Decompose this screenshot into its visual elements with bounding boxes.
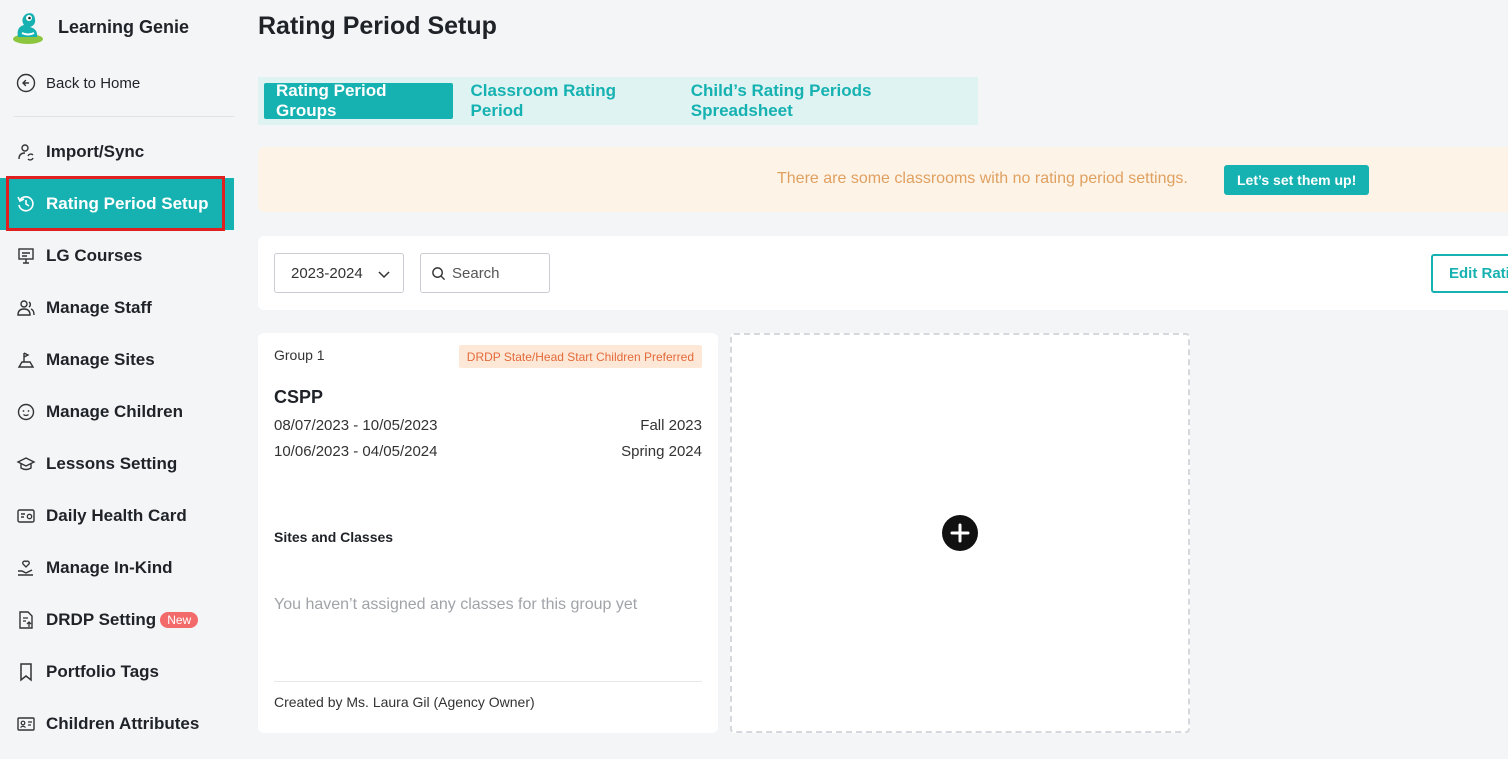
no-classes-message: You haven’t assigned any classes for thi… xyxy=(274,596,638,613)
setup-alert-banner: There are some classrooms with no rating… xyxy=(258,147,1508,212)
sidebar-divider xyxy=(14,116,234,117)
group-name: Group 1 xyxy=(274,347,325,363)
group-title: CSPP xyxy=(274,387,324,407)
search-icon xyxy=(432,266,446,280)
sidebar-item-import-sync[interactable]: Import/Sync xyxy=(0,126,238,178)
sidebar-item-manage-staff[interactable]: Manage Staff xyxy=(0,282,238,334)
sidebar-item-manage-sites[interactable]: Manage Sites xyxy=(0,334,238,386)
sidebar-item-children-attributes[interactable]: Children Attributes xyxy=(0,698,238,750)
sidebar-item-rating-period-setup[interactable]: Rating Period Setup xyxy=(0,176,234,231)
sidebar-item-manage-in-kind[interactable]: Manage In-Kind xyxy=(0,542,238,594)
sidebar-item-label: DRDP Setting xyxy=(46,610,157,629)
sidebar-item-lessons-setting[interactable]: Lessons Setting xyxy=(0,438,238,490)
period-range: 08/07/2023 - 10/05/2023 xyxy=(274,417,438,434)
app-name: Learning Genie xyxy=(58,16,190,37)
bookmark-icon xyxy=(20,663,32,682)
plus-circle-icon[interactable] xyxy=(942,515,978,551)
period-row: 10/06/2023 - 04/05/2024 Spring 2024 xyxy=(274,443,702,460)
page-title: Rating Period Setup xyxy=(258,12,497,40)
chevron-down-icon xyxy=(378,271,390,279)
tab-bar: Rating Period Groups Classroom Rating Pe… xyxy=(258,77,978,125)
card-divider xyxy=(274,681,702,682)
tab-childs-rating-periods-spreadsheet[interactable]: Child’s Rating Periods Spreadsheet xyxy=(679,81,972,120)
sidebar-item-label: Manage Staff xyxy=(46,298,152,317)
period-range: 10/06/2023 - 04/05/2024 xyxy=(274,443,438,460)
school-year-select[interactable]: 2023-2024 xyxy=(274,253,404,293)
back-to-home-link[interactable]: Back to Home xyxy=(16,70,140,96)
tab-rating-period-groups[interactable]: Rating Period Groups xyxy=(264,81,453,120)
sidebar-item-daily-health-card[interactable]: Daily Health Card xyxy=(0,490,238,542)
search-input[interactable] xyxy=(452,264,542,282)
learning-genie-logo-icon xyxy=(13,13,43,44)
group-tag: DRDP State/Head Start Children Preferred xyxy=(458,345,702,368)
sidebar-nav: Import/Sync Rating Period Setup LG Cours… xyxy=(0,126,238,750)
sidebar-item-label: Manage In-Kind xyxy=(46,558,173,577)
lets-set-them-up-button[interactable]: Let’s set them up! xyxy=(1224,165,1370,195)
sidebar: Learning Genie Back to Home Import/Sync … xyxy=(0,0,238,759)
sidebar-item-lg-courses[interactable]: LG Courses xyxy=(0,230,238,282)
created-by-text: Created by Ms. Laura Gil (Agency Owner) xyxy=(274,694,535,710)
brand[interactable]: Learning Genie xyxy=(10,8,189,46)
sidebar-item-label: Rating Period Setup xyxy=(46,194,209,213)
child-face-icon xyxy=(17,403,35,421)
alert-message: There are some classrooms with no rating… xyxy=(777,170,1188,187)
sidebar-item-label: LG Courses xyxy=(46,246,143,265)
add-group-card[interactable] xyxy=(730,333,1190,733)
sidebar-item-label: Daily Health Card xyxy=(46,506,187,525)
presentation-icon xyxy=(18,248,34,264)
graduation-cap-icon xyxy=(16,457,36,471)
sidebar-item-label: Children Attributes xyxy=(46,714,200,733)
id-card-icon xyxy=(17,717,35,731)
filter-bar: 2023-2024 Edit Rating xyxy=(258,236,1508,310)
sidebar-item-label: Import/Sync xyxy=(46,142,145,161)
sites-and-classes-title: Sites and Classes xyxy=(274,529,394,545)
health-card-icon xyxy=(17,509,35,523)
sidebar-item-label: Manage Sites xyxy=(46,350,155,369)
sidebar-item-label: Lessons Setting xyxy=(46,454,178,473)
sidebar-item-label: Portfolio Tags xyxy=(46,662,160,681)
sidebar-item-label: Manage Children xyxy=(46,402,183,421)
new-badge: New xyxy=(160,612,199,628)
school-year-value: 2023-2024 xyxy=(291,264,363,282)
search-box[interactable] xyxy=(420,253,550,293)
back-to-home-label: Back to Home xyxy=(46,74,141,92)
period-row: 08/07/2023 - 10/05/2023 Fall 2023 xyxy=(274,417,702,434)
tab-classroom-rating-period[interactable]: Classroom Rating Period xyxy=(459,81,673,120)
sidebar-item-portfolio-tags[interactable]: Portfolio Tags xyxy=(0,646,238,698)
clock-rotate-icon xyxy=(17,196,34,212)
sync-person-icon xyxy=(18,144,34,161)
rating-period-group-card[interactable]: Group 1 DRDP State/Head Start Children P… xyxy=(258,333,718,733)
period-name: Spring 2024 xyxy=(621,443,702,460)
edit-rating-button[interactable]: Edit Rating xyxy=(1431,254,1508,293)
document-upload-icon xyxy=(19,611,33,629)
sites-icon xyxy=(17,352,35,368)
sidebar-item-drdp-setting[interactable]: DRDP Setting New xyxy=(0,594,238,646)
users-icon xyxy=(17,300,35,316)
hand-heart-icon xyxy=(18,560,33,576)
sidebar-item-manage-children[interactable]: Manage Children xyxy=(0,386,238,438)
period-name: Fall 2023 xyxy=(640,417,702,434)
back-arrow-circle-icon xyxy=(16,73,36,93)
